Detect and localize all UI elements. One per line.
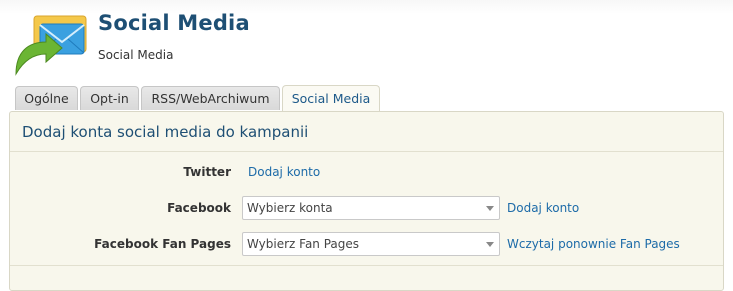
facebook-label: Facebook [167, 201, 231, 215]
fanpages-select[interactable]: Wybierz Fan Pages [242, 232, 500, 256]
panel-heading: Dodaj konta social media do kampanii [22, 123, 309, 141]
tab-social-media[interactable]: Social Media [282, 85, 380, 111]
envelope-arrow-icon [15, 15, 87, 76]
fanpages-label: Facebook Fan Pages [94, 237, 231, 251]
fanpages-select-value: Wybierz Fan Pages [247, 237, 360, 251]
page-subtitle: Social Media [98, 48, 174, 62]
tab-ogolne[interactable]: Ogólne [15, 86, 78, 110]
facebook-select-value: Wybierz konta [247, 201, 333, 215]
reload-fanpages-link[interactable]: Wczytaj ponownie Fan Pages [507, 237, 680, 251]
tab-opt-in[interactable]: Opt-in [80, 86, 139, 110]
chevron-down-icon [486, 242, 494, 247]
tab-rss-webarchiwum[interactable]: RSS/WebArchiwum [141, 86, 280, 110]
facebook-add-account-link[interactable]: Dodaj konto [507, 201, 579, 215]
tab-bar: Ogólne Opt-in RSS/WebArchiwum Social Med… [15, 85, 382, 111]
chevron-down-icon [486, 206, 494, 211]
divider [10, 265, 723, 266]
page-title: Social Media [98, 11, 250, 35]
facebook-accounts-select[interactable]: Wybierz konta [242, 196, 500, 220]
social-media-panel: Dodaj konta social media do kampanii Twi… [9, 111, 724, 291]
twitter-label: Twitter [183, 165, 231, 179]
divider [10, 151, 723, 152]
twitter-add-account-link[interactable]: Dodaj konto [248, 165, 320, 179]
